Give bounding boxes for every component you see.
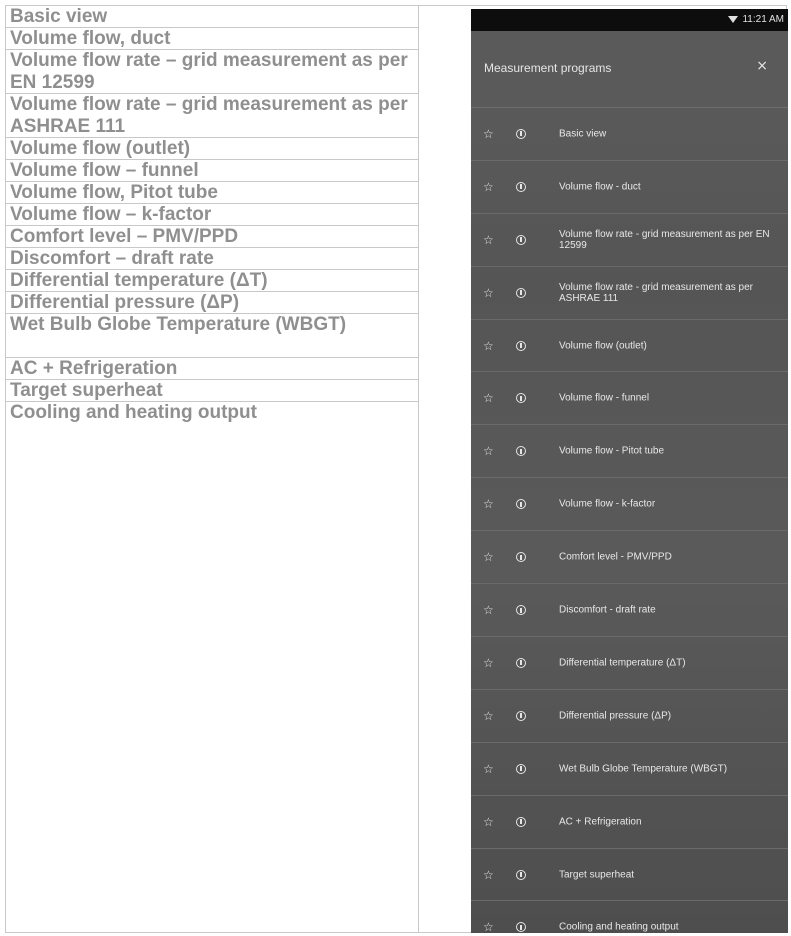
list-item-label: Volume flow rate - grid measurement as p… [559, 228, 770, 251]
star-icon[interactable]: ☆ [483, 550, 494, 564]
table-row: Volume flow rate – grid measurement as p… [6, 50, 418, 94]
star-icon[interactable]: ☆ [483, 815, 494, 829]
table-row: Volume flow, Pitot tube [6, 182, 418, 204]
list-item[interactable]: ☆ Differential pressure (ΔP) [471, 690, 788, 743]
status-bar: 11:21 AM [471, 9, 788, 31]
list-item[interactable]: ☆ Volume flow rate - grid measurement as … [471, 267, 788, 320]
list-item[interactable]: ☆ Comfort level - PMV/PPD [471, 531, 788, 585]
list-item-label: Wet Bulb Globe Temperature (WBGT) [559, 763, 728, 775]
table-row: Volume flow rate – grid measurement as p… [6, 94, 418, 138]
info-icon[interactable] [516, 869, 526, 880]
table-row: Wet Bulb Globe Temperature (WBGT) [6, 314, 418, 358]
star-icon[interactable]: ☆ [483, 762, 494, 776]
info-icon[interactable] [516, 393, 526, 404]
star-icon[interactable]: ☆ [483, 286, 494, 300]
table-row: Basic view [6, 6, 418, 28]
info-icon[interactable] [516, 128, 526, 139]
info-icon[interactable] [516, 340, 526, 351]
table-row: AC + Refrigeration [6, 358, 418, 380]
list-item-label: Volume flow - k-factor [559, 498, 656, 510]
list-item[interactable]: ☆ Cooling and heating output [471, 902, 788, 933]
info-icon[interactable] [516, 816, 526, 827]
info-icon[interactable] [516, 181, 526, 192]
table-row: Discomfort – draft rate [6, 248, 418, 270]
list-item[interactable]: ☆ Volume flow - duct [471, 161, 788, 214]
info-icon[interactable] [516, 499, 526, 510]
list-item[interactable]: ☆ Differential temperature (ΔT) [471, 637, 788, 690]
list-item-label: Discomfort - draft rate [559, 604, 656, 616]
phone-screenshot: 11:21 AM Measurement programs × ☆ Basic v… [471, 9, 788, 933]
star-icon[interactable]: ☆ [483, 127, 494, 141]
list-item-label: Basic view [559, 128, 607, 140]
star-icon[interactable]: ☆ [483, 233, 494, 247]
table-row: Comfort level – PMV/PPD [6, 226, 418, 248]
list-item-label: Volume flow - funnel [559, 392, 650, 404]
page-title: Measurement programs [484, 61, 612, 75]
list-item-label: Volume flow - Pitot tube [559, 445, 665, 457]
list-item[interactable]: ☆ Volume flow - funnel [471, 373, 788, 426]
list-item[interactable]: ☆ AC + Refrigeration [471, 796, 788, 849]
list-item[interactable]: ☆ Volume flow - k-factor [471, 478, 788, 532]
table-row: Volume flow (outlet) [6, 138, 418, 160]
star-icon[interactable]: ☆ [483, 339, 494, 353]
list-item[interactable]: ☆ Volume flow - Pitot tube [471, 425, 788, 479]
star-icon[interactable]: ☆ [483, 656, 494, 670]
table-row: Differential temperature (ΔT) [6, 270, 418, 292]
star-icon[interactable]: ☆ [483, 920, 494, 933]
app-header: Measurement programs × [471, 31, 788, 108]
list-item-label: Target superheat [559, 869, 635, 881]
info-icon[interactable] [516, 657, 526, 668]
table-row: Volume flow – k-factor [6, 204, 418, 226]
status-time: 11:21 AM [742, 14, 784, 25]
list-item[interactable]: ☆ Volume flow (outlet) [471, 320, 788, 373]
list-item-label: Volume flow rate - grid measurement as p… [559, 281, 753, 304]
list-item-label: Volume flow (outlet) [559, 340, 647, 352]
list-item-label: Cooling and heating output [559, 921, 679, 933]
star-icon[interactable]: ☆ [483, 180, 494, 194]
star-icon[interactable]: ☆ [483, 709, 494, 723]
table-row: Volume flow – funnel [6, 160, 418, 182]
list-item-label: Differential temperature (ΔT) [559, 657, 686, 669]
list-item[interactable]: ☆ Target superheat [471, 849, 788, 902]
wifi-icon [728, 16, 739, 23]
star-icon[interactable]: ☆ [483, 444, 494, 458]
info-icon[interactable] [516, 922, 526, 933]
list-item-label: AC + Refrigeration [559, 816, 642, 828]
list-item-label: Differential pressure (ΔP) [559, 710, 672, 722]
list-item[interactable]: ☆ Basic view [471, 108, 788, 161]
table-row: Differential pressure (ΔP) [6, 292, 418, 314]
info-icon[interactable] [516, 287, 526, 298]
document-page: Basic view Volume flow, duct Volume flow r… [0, 0, 791, 936]
info-icon[interactable] [516, 710, 526, 721]
list-item-label: Comfort level - PMV/PPD [559, 551, 672, 563]
close-icon[interactable]: × [756, 58, 768, 74]
table-row: Volume flow, duct [6, 28, 418, 50]
list-item[interactable]: ☆ Wet Bulb Globe Temperature (WBGT) [471, 743, 788, 796]
table-row: Cooling and heating output [10, 402, 257, 423]
info-icon[interactable] [516, 552, 526, 563]
list-item[interactable]: ☆ Volume flow rate - grid measurement as … [471, 214, 788, 267]
info-icon[interactable] [516, 446, 526, 457]
list-item[interactable]: ☆ Discomfort - draft rate [471, 584, 788, 637]
table-row: Target superheat [6, 380, 418, 402]
star-icon[interactable]: ☆ [483, 391, 494, 405]
info-icon[interactable] [516, 605, 526, 616]
star-icon[interactable]: ☆ [483, 603, 494, 617]
star-icon[interactable]: ☆ [483, 868, 494, 882]
program-table: Basic view Volume flow, duct Volume flow r… [5, 5, 419, 933]
list-item-label: Volume flow - duct [559, 181, 641, 193]
star-icon[interactable]: ☆ [483, 497, 494, 511]
info-icon[interactable] [516, 234, 526, 245]
info-icon[interactable] [516, 763, 526, 774]
